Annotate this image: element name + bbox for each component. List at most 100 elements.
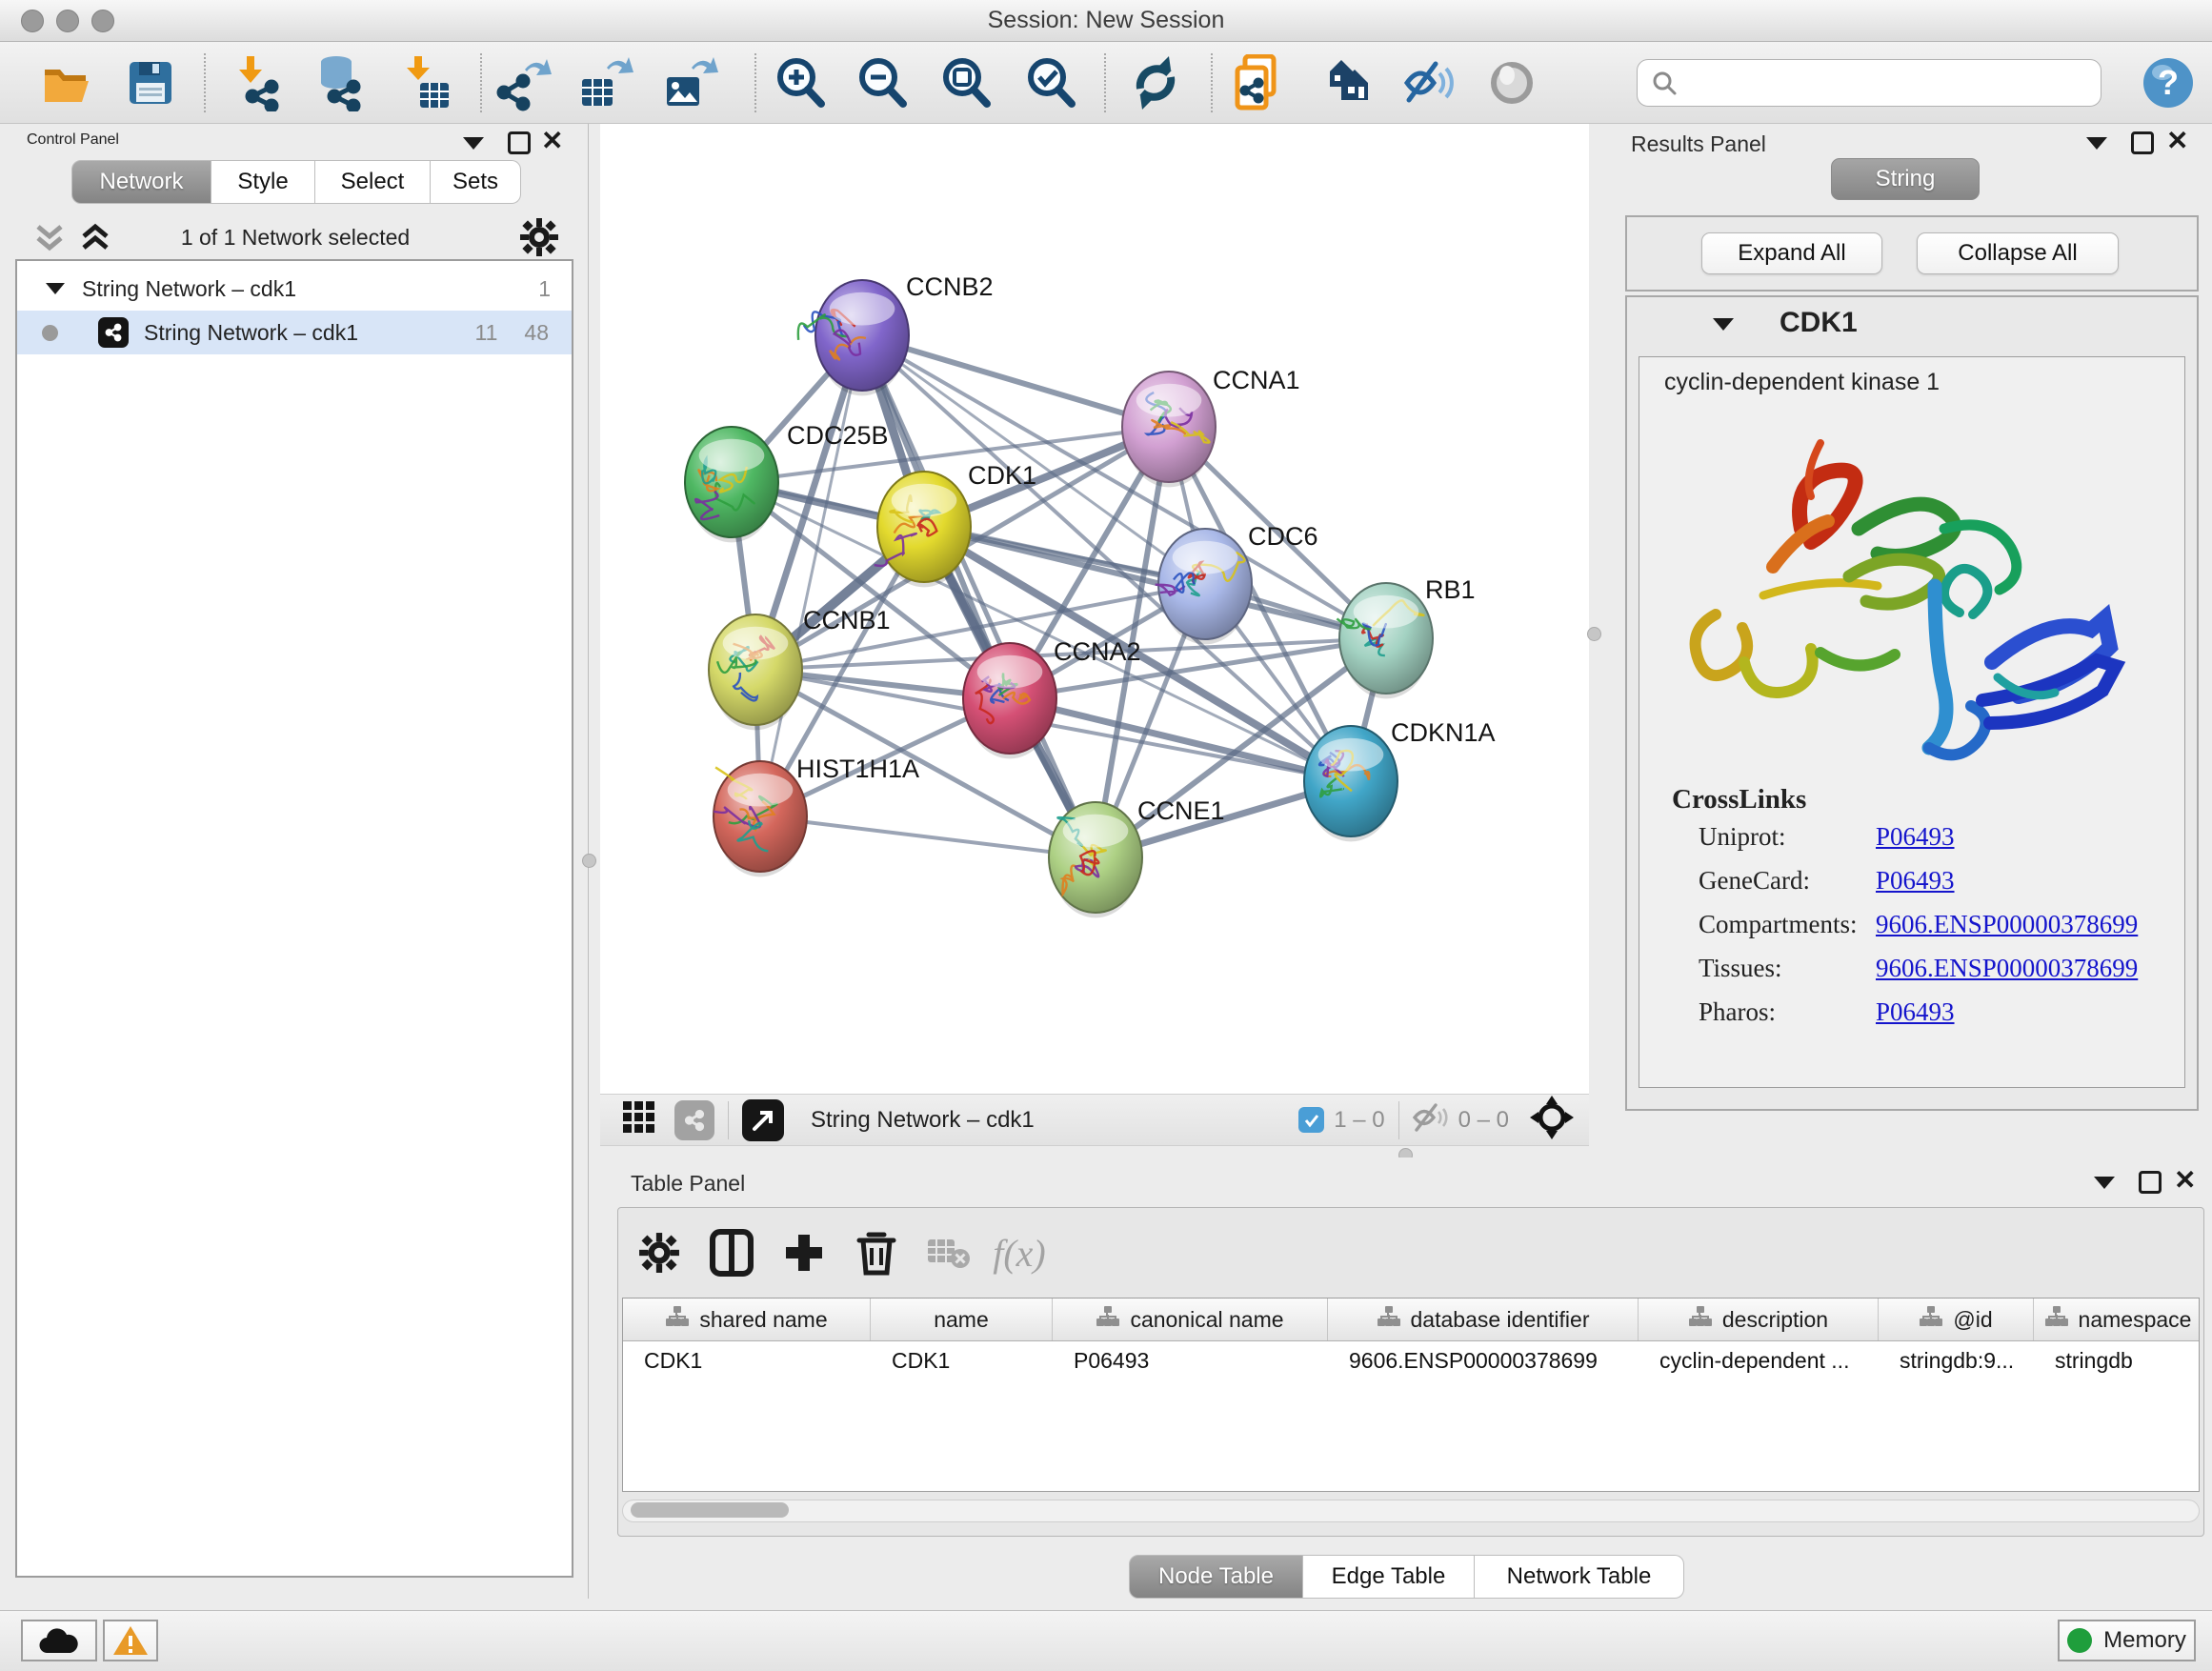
tab-sets[interactable]: Sets bbox=[431, 160, 521, 204]
export-image-icon[interactable] bbox=[663, 54, 720, 111]
table-horizontal-scrollbar[interactable] bbox=[622, 1500, 2200, 1522]
table-cell[interactable]: stringdb:9... bbox=[1879, 1341, 2034, 1379]
close-window-button[interactable] bbox=[21, 10, 44, 32]
network-node-CDC25B[interactable] bbox=[685, 427, 778, 542]
network-share-icon[interactable] bbox=[674, 1100, 714, 1140]
tab-node-table[interactable]: Node Table bbox=[1129, 1555, 1303, 1599]
network-edge-HIST1H1A-CCNE1[interactable] bbox=[760, 816, 1096, 857]
memory-button[interactable]: Memory bbox=[2058, 1620, 2196, 1661]
add-column-icon[interactable] bbox=[776, 1225, 832, 1280]
minimize-window-button[interactable] bbox=[56, 10, 79, 32]
show-grid-icon[interactable] bbox=[621, 1099, 657, 1140]
zoom-fit-icon[interactable] bbox=[937, 54, 995, 111]
cloud-button[interactable] bbox=[21, 1620, 97, 1661]
zoom-selected-icon[interactable] bbox=[1022, 54, 1079, 111]
zoom-in-icon[interactable] bbox=[772, 54, 829, 111]
collapse-all-button[interactable]: Collapse All bbox=[1917, 232, 2119, 274]
control-panel-menu-icon[interactable] bbox=[463, 137, 484, 150]
table-cell[interactable]: stringdb bbox=[2034, 1341, 2200, 1379]
expand-all-tree-icon[interactable] bbox=[78, 221, 112, 258]
network-node-CCNE1[interactable] bbox=[1049, 802, 1142, 917]
network-node-CDKN1A[interactable] bbox=[1304, 726, 1398, 841]
gene-collapse-arrow-icon[interactable] bbox=[1713, 318, 1734, 331]
zoom-out-icon[interactable] bbox=[854, 54, 911, 111]
right-splitter-grip[interactable] bbox=[1587, 627, 1601, 641]
collapse-all-tree-icon[interactable] bbox=[32, 221, 67, 258]
tab-select[interactable]: Select bbox=[315, 160, 431, 204]
help-icon[interactable]: ? bbox=[2140, 54, 2197, 111]
network-tree-root-row[interactable]: String Network – cdk1 1 bbox=[17, 267, 572, 311]
network-options-gear-icon[interactable] bbox=[519, 217, 559, 262]
save-session-icon[interactable] bbox=[122, 54, 179, 111]
table-panel-menu-icon[interactable] bbox=[2094, 1177, 2115, 1189]
table-row[interactable]: CDK1CDK1P064939606.ENSP00000378699cyclin… bbox=[623, 1341, 2199, 1379]
network-edge-CCNB2-HIST1H1A[interactable] bbox=[760, 335, 862, 816]
table-cell[interactable]: 9606.ENSP00000378699 bbox=[1328, 1341, 1639, 1379]
home-networks-icon[interactable] bbox=[1317, 54, 1374, 111]
network-node-CCNB2[interactable] bbox=[798, 280, 909, 395]
column-header-namespace[interactable]: namespace bbox=[2034, 1299, 2200, 1340]
import-network-file-icon[interactable] bbox=[230, 54, 287, 111]
tree-collapse-arrow-icon[interactable] bbox=[46, 283, 65, 294]
network-node-RB1[interactable] bbox=[1337, 583, 1433, 698]
column-header-name[interactable]: name bbox=[871, 1299, 1053, 1340]
column-header-database-identifier[interactable]: database identifier bbox=[1328, 1299, 1639, 1340]
selected-checkbox-icon[interactable] bbox=[1298, 1107, 1324, 1133]
left-splitter-grip[interactable] bbox=[582, 854, 596, 868]
control-panel-float-icon[interactable] bbox=[508, 131, 531, 154]
scrollbar-thumb[interactable] bbox=[631, 1502, 789, 1518]
column-header-canonical-name[interactable]: canonical name bbox=[1053, 1299, 1328, 1340]
select-columns-icon[interactable] bbox=[704, 1225, 759, 1280]
results-panel-menu-icon[interactable] bbox=[2086, 137, 2107, 150]
tab-network[interactable]: Network bbox=[71, 160, 211, 204]
control-panel-close-icon[interactable]: ✕ bbox=[541, 130, 563, 152]
warnings-button[interactable] bbox=[103, 1620, 158, 1661]
tab-style[interactable]: Style bbox=[211, 160, 315, 204]
results-buttons-bar: Expand All Collapse All bbox=[1625, 215, 2199, 292]
results-panel-close-icon[interactable]: ✕ bbox=[2166, 130, 2188, 152]
export-table-icon[interactable] bbox=[578, 54, 635, 111]
table-panel-close-icon[interactable]: ✕ bbox=[2174, 1169, 2196, 1192]
import-table-file-icon[interactable] bbox=[397, 54, 454, 111]
birds-eye-view-icon[interactable] bbox=[742, 1099, 784, 1141]
tab-edge-table[interactable]: Edge Table bbox=[1303, 1555, 1475, 1599]
table-gear-icon[interactable] bbox=[632, 1225, 687, 1280]
network-node-CDK1[interactable] bbox=[875, 472, 971, 587]
toolbar-search[interactable] bbox=[1637, 59, 2101, 107]
fit-selected-crosshair-icon[interactable] bbox=[1530, 1096, 1574, 1144]
results-panel-float-icon[interactable] bbox=[2131, 131, 2154, 154]
crosslink-link[interactable]: P06493 bbox=[1876, 997, 1955, 1027]
crosslink-link[interactable]: P06493 bbox=[1876, 822, 1955, 852]
table-panel-float-icon[interactable] bbox=[2139, 1171, 2162, 1194]
export-network-icon[interactable] bbox=[496, 54, 553, 111]
column-header-description[interactable]: description bbox=[1639, 1299, 1879, 1340]
network-node-HIST1H1A[interactable] bbox=[714, 761, 807, 876]
crosslink-link[interactable]: P06493 bbox=[1876, 866, 1955, 896]
column-header-shared-name[interactable]: shared name bbox=[623, 1299, 871, 1340]
search-input[interactable] bbox=[1678, 70, 2078, 96]
tab-string[interactable]: String bbox=[1831, 158, 1980, 200]
copy-network-icon[interactable] bbox=[1232, 54, 1289, 111]
table-cell[interactable]: CDK1 bbox=[623, 1341, 871, 1379]
zoom-window-button[interactable] bbox=[91, 10, 114, 32]
import-network-database-icon[interactable] bbox=[310, 54, 367, 111]
expand-all-button[interactable]: Expand All bbox=[1701, 232, 1882, 274]
network-node-CCNA1[interactable] bbox=[1122, 372, 1216, 487]
crosslink-link[interactable]: 9606.ENSP00000378699 bbox=[1876, 910, 2138, 939]
refresh-icon[interactable] bbox=[1127, 54, 1184, 111]
crosslink-link[interactable]: 9606.ENSP00000378699 bbox=[1876, 954, 2138, 983]
column-header--id[interactable]: @id bbox=[1879, 1299, 2034, 1340]
tab-network-table[interactable]: Network Table bbox=[1475, 1555, 1684, 1599]
network-tree-child-row[interactable]: String Network – cdk1 11 48 bbox=[17, 311, 572, 354]
table-cell[interactable]: P06493 bbox=[1053, 1341, 1328, 1379]
network-canvas[interactable]: CCNB2CCNA1CDC25BCDK1CDC6RB1CCNB1CCNA2CDK… bbox=[600, 124, 1589, 1094]
show-all-icon[interactable] bbox=[1483, 54, 1540, 111]
network-node-CCNB1[interactable] bbox=[709, 614, 802, 730]
table-cell[interactable]: CDK1 bbox=[871, 1341, 1053, 1379]
open-session-icon[interactable] bbox=[38, 54, 95, 111]
hide-unhide-icon[interactable] bbox=[1399, 54, 1457, 111]
table-cell[interactable]: cyclin-dependent ... bbox=[1639, 1341, 1879, 1379]
delete-column-icon[interactable] bbox=[849, 1225, 904, 1280]
network-node-CDC6[interactable] bbox=[1156, 529, 1252, 644]
column-header-label: shared name bbox=[699, 1307, 827, 1333]
